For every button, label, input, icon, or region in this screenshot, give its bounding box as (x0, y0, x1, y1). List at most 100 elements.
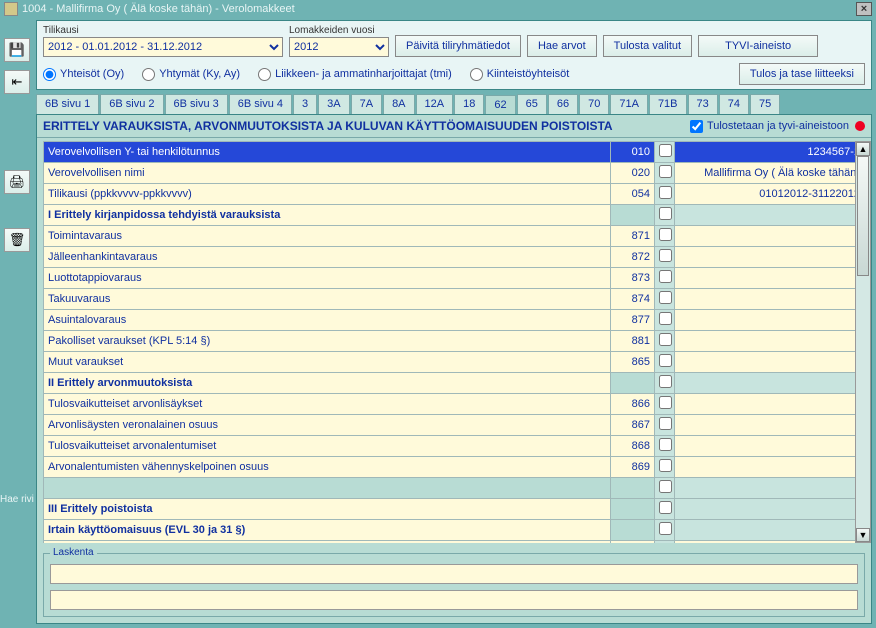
tab-73[interactable]: 73 (688, 94, 718, 114)
row-checkbox[interactable] (655, 205, 675, 226)
row-value[interactable]: 1234567-1 (675, 142, 865, 163)
tab-6B-sivu-4[interactable]: 6B sivu 4 (229, 94, 292, 114)
row-checkbox[interactable] (655, 499, 675, 520)
table-row[interactable]: II Erittely arvonmuutoksista (44, 373, 865, 394)
print-button[interactable]: 🖨 (4, 170, 30, 194)
radio-liikkeen[interactable]: Liikkeen- ja ammatinharjoittajat (tmi) (258, 68, 452, 81)
table-row[interactable]: Asuintalovaraus877 (44, 310, 865, 331)
row-checkbox[interactable] (655, 226, 675, 247)
table-row[interactable] (44, 478, 865, 499)
row-checkbox[interactable] (655, 289, 675, 310)
row-checkbox[interactable] (655, 142, 675, 163)
row-value[interactable] (675, 289, 865, 310)
table-row[interactable]: Takuuvaraus874 (44, 289, 865, 310)
table-row[interactable]: Tulosvaikutteiset arvonlisäykset866 (44, 394, 865, 415)
laskenta-input-1[interactable] (50, 564, 858, 584)
row-checkbox[interactable] (655, 478, 675, 499)
table-row[interactable]: Arvonlisäysten veronalainen osuus867 (44, 415, 865, 436)
tilikausi-select[interactable]: 2012 - 01.01.2012 - 31.12.2012 (43, 37, 283, 57)
row-value[interactable] (675, 394, 865, 415)
tab-62[interactable]: 62 (485, 95, 515, 115)
tulos-tase-button[interactable]: Tulos ja tase liitteeksi (739, 63, 865, 85)
table-row[interactable]: Irtain käyttöomaisuus (EVL 30 ja 31 §) (44, 520, 865, 541)
tab-7A[interactable]: 7A (351, 94, 382, 114)
tab-3[interactable]: 3 (293, 94, 317, 114)
table-row[interactable]: Jälleenhankintavaraus872 (44, 247, 865, 268)
table-row[interactable]: Tilikausi (ppkkvvvv-ppkkvvvv)05401012012… (44, 184, 865, 205)
tyvi-button[interactable]: TYVI-aineisto (698, 35, 818, 57)
row-value[interactable] (675, 415, 865, 436)
row-checkbox[interactable] (655, 415, 675, 436)
vuosi-select[interactable]: 2012 (289, 37, 389, 57)
tab-3A[interactable]: 3A (318, 94, 349, 114)
tab-6B-sivu-3[interactable]: 6B sivu 3 (165, 94, 228, 114)
radio-yhteisot[interactable]: Yhteisöt (Oy) (43, 68, 124, 81)
row-checkbox[interactable] (655, 457, 675, 478)
row-checkbox[interactable] (655, 310, 675, 331)
row-checkbox[interactable] (655, 184, 675, 205)
tab-6B-sivu-1[interactable]: 6B sivu 1 (36, 94, 99, 114)
tulostetaan-checkbox[interactable]: Tulostetaan ja tyvi-aineistoon (690, 120, 865, 133)
paivita-button[interactable]: Päivitä tiliryhmätiedot (395, 35, 521, 57)
table-row[interactable]: Pakolliset varaukset (KPL 5:14 §)881 (44, 331, 865, 352)
row-checkbox[interactable] (655, 541, 675, 544)
tab-74[interactable]: 74 (719, 94, 749, 114)
row-checkbox[interactable] (655, 268, 675, 289)
table-row[interactable]: I Erittely kirjanpidossa tehdyistä varau… (44, 205, 865, 226)
row-value[interactable] (675, 457, 865, 478)
row-checkbox[interactable] (655, 331, 675, 352)
row-checkbox[interactable] (655, 394, 675, 415)
laskenta-input-2[interactable] (50, 590, 858, 610)
row-value[interactable]: Mallifirma Oy ( Älä koske tähän) (675, 163, 865, 184)
row-checkbox[interactable] (655, 247, 675, 268)
row-value[interactable] (675, 247, 865, 268)
vertical-scrollbar[interactable]: ▲ ▼ (855, 141, 871, 543)
tab-70[interactable]: 70 (579, 94, 609, 114)
row-code: 865 (611, 352, 655, 373)
row-code: 881 (611, 331, 655, 352)
table-row[interactable]: Toimintavaraus871 (44, 226, 865, 247)
delete-button[interactable]: 🗑 (4, 228, 30, 252)
row-value[interactable]: 01012012-31122012 (675, 184, 865, 205)
table-row[interactable]: Luottotappiovaraus873 (44, 268, 865, 289)
scroll-down-icon[interactable]: ▼ (856, 528, 870, 542)
tab-12A[interactable]: 12A (416, 94, 454, 114)
row-value[interactable] (675, 436, 865, 457)
table-row[interactable]: Verovelvollisen nimi020Mallifirma Oy ( Ä… (44, 163, 865, 184)
tulosta-valitut-button[interactable]: Tulosta valitut (603, 35, 692, 57)
tab-65[interactable]: 65 (517, 94, 547, 114)
radio-yhtymat[interactable]: Yhtymät (Ky, Ay) (142, 68, 240, 81)
table-row[interactable]: Irtaimen käyttöomaisuuden verotuksessa j… (44, 541, 865, 544)
row-value[interactable] (675, 331, 865, 352)
row-value[interactable] (675, 226, 865, 247)
tab-8A[interactable]: 8A (383, 94, 414, 114)
tab-66[interactable]: 66 (548, 94, 578, 114)
scroll-up-icon[interactable]: ▲ (856, 142, 870, 156)
tab-75[interactable]: 75 (750, 94, 780, 114)
row-value[interactable]: 1 431 538,64 (675, 541, 865, 544)
row-checkbox[interactable] (655, 163, 675, 184)
scroll-thumb[interactable] (857, 156, 869, 276)
hae-arvot-button[interactable]: Hae arvot (527, 35, 597, 57)
row-checkbox[interactable] (655, 373, 675, 394)
table-row[interactable]: Muut varaukset865 (44, 352, 865, 373)
row-checkbox[interactable] (655, 352, 675, 373)
row-value[interactable] (675, 268, 865, 289)
row-label: Asuintalovaraus (44, 310, 611, 331)
tab-6B-sivu-2[interactable]: 6B sivu 2 (100, 94, 163, 114)
row-checkbox[interactable] (655, 520, 675, 541)
tab-71A[interactable]: 71A (610, 94, 648, 114)
table-row[interactable]: III Erittely poistoista (44, 499, 865, 520)
table-row[interactable]: Arvonalentumisten vähennyskelpoinen osuu… (44, 457, 865, 478)
table-row[interactable]: Verovelvollisen Y- tai henkilötunnus0101… (44, 142, 865, 163)
tab-18[interactable]: 18 (454, 94, 484, 114)
row-value[interactable] (675, 310, 865, 331)
table-row[interactable]: Tulosvaikutteiset arvonalentumiset868 (44, 436, 865, 457)
exit-button[interactable]: ⇤ (4, 70, 30, 94)
row-checkbox[interactable] (655, 436, 675, 457)
close-icon[interactable]: × (856, 2, 872, 16)
save-button[interactable]: 💾 (4, 38, 30, 62)
radio-kiinteisto[interactable]: Kiinteistöyhteisöt (470, 68, 570, 81)
row-value[interactable] (675, 352, 865, 373)
tab-71B[interactable]: 71B (649, 94, 687, 114)
